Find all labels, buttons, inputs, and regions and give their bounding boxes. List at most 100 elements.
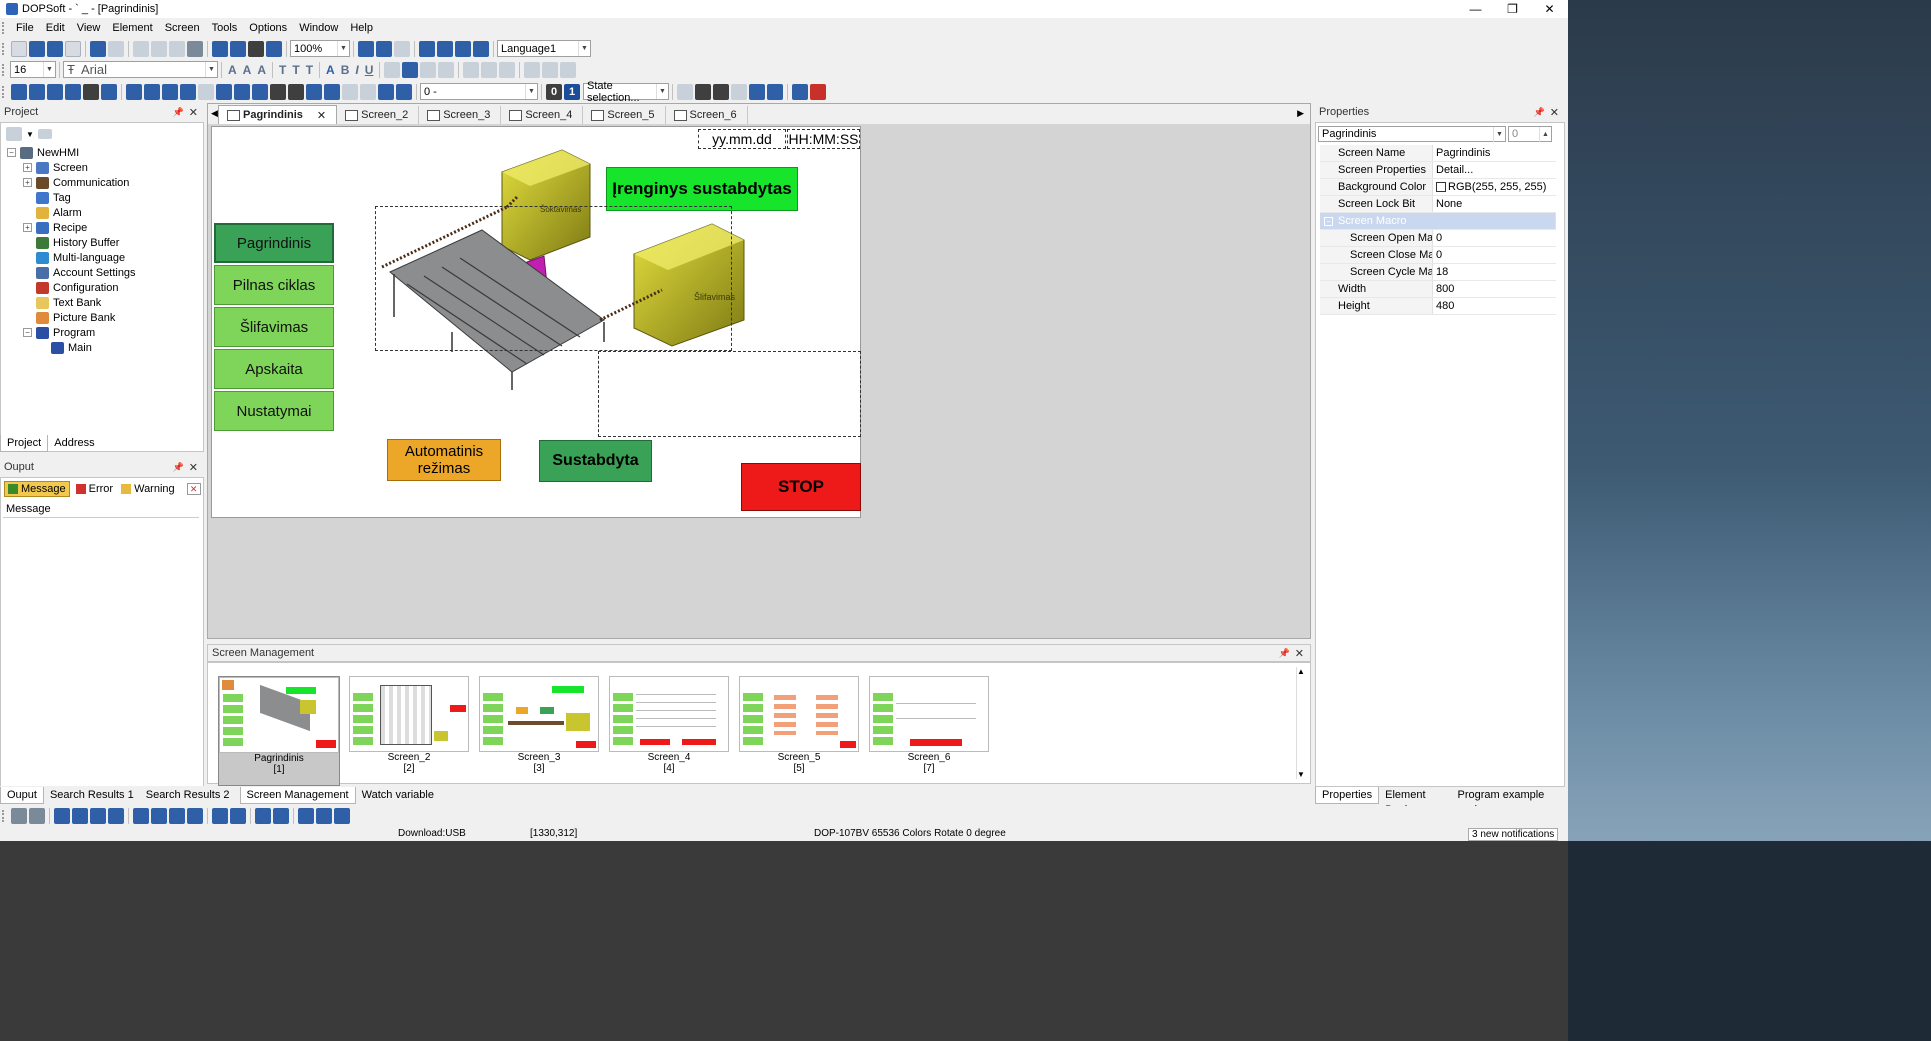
keypad-icon[interactable] [342,84,358,100]
tree-node-alarm[interactable]: Alarm [36,205,82,220]
compile-icon[interactable] [212,41,228,57]
space-vertical-icon[interactable] [273,808,289,824]
tab-search-results-1[interactable]: Search Results 1 [44,787,140,804]
prop-row-screen-name[interactable]: Screen NamePagrindinis [1320,145,1556,162]
tree-node-main[interactable]: Main [51,340,92,355]
redo-icon[interactable] [108,41,124,57]
clear-icon[interactable]: ✕ [187,483,201,495]
menu-view[interactable]: View [71,22,107,34]
screen-thumb-2[interactable]: Screen_2 [2] [348,676,470,786]
tab-element-bank[interactable]: Element Bank [1379,787,1451,804]
simulate-icon[interactable] [792,84,808,100]
tab-pagrindinis[interactable]: Pagrindinis✕ [218,105,337,124]
pen-tool-icon[interactable] [11,84,27,100]
tab-screen-management[interactable]: Screen Management [240,787,356,804]
tab-screen-2[interactable]: Screen_2 [337,106,419,124]
screen-thumb-3[interactable]: Screen_3 [3] [478,676,600,786]
underline-icon[interactable]: U [365,63,374,77]
notifications-badge[interactable]: 3 new notifications [1468,828,1558,841]
tree-node-multi-language[interactable]: Multi-language [36,250,125,265]
copy-icon[interactable] [151,41,167,57]
dial-icon[interactable] [216,84,232,100]
graph-icon[interactable] [306,84,322,100]
line-style-icon[interactable] [384,62,400,78]
refresh-icon[interactable] [455,41,471,57]
tree-node-program[interactable]: −Program [23,325,95,340]
nav-button-slifavimas[interactable]: Šlifavimas [214,307,334,347]
tree-node-account-settings[interactable]: Account Settings [36,265,136,280]
zoom-fit-icon[interactable] [394,41,410,57]
project-tool-icon[interactable] [6,127,22,141]
tree-node-newhmi[interactable]: −NewHMI [7,145,79,160]
thumbs-scrollbar[interactable]: ▲ ▼ [1296,667,1308,779]
bar-icon[interactable] [180,84,196,100]
tab-screen-5[interactable]: Screen_5 [583,106,665,124]
save-icon[interactable] [47,41,63,57]
table-tool-icon[interactable] [101,84,117,100]
close-button[interactable]: ✕ [1531,0,1568,18]
save-as-icon[interactable] [65,41,81,57]
text-fit-icon[interactable]: A [243,63,252,77]
height-icon[interactable] [316,808,332,824]
pin-icon[interactable]: 📌 [173,462,184,473]
stop-button[interactable]: STOP [741,463,861,511]
menu-file[interactable]: File [10,22,40,34]
state-selection-select[interactable]: State selection...▼ [583,83,669,100]
state-next-icon[interactable] [713,84,729,100]
stopped-status-button[interactable]: Sustabdyta [539,440,652,482]
tab-search-results-2[interactable]: Search Results 2 [140,787,236,804]
same-height-icon[interactable] [187,808,203,824]
align-left-edges-icon[interactable] [54,808,70,824]
rotate-icon[interactable] [419,41,435,57]
print-icon[interactable] [248,41,264,57]
text-bottom-icon[interactable]: T [306,63,313,77]
paste-icon[interactable] [169,41,185,57]
nav-button-pagrindinis[interactable]: Pagrindinis [214,223,334,263]
prop-row-screen-properties[interactable]: Screen PropertiesDetail... [1320,162,1556,179]
trend-icon[interactable] [270,84,286,100]
prop-row-width[interactable]: Width800 [1320,281,1556,298]
reload-icon[interactable] [473,41,489,57]
space-horizontal-icon[interactable] [255,808,271,824]
switch-icon[interactable] [144,84,160,100]
tree-node-history-buffer[interactable]: History Buffer [36,235,119,250]
tab-scroll-left-icon[interactable]: ◀ [211,108,218,119]
download-icon[interactable] [230,41,246,57]
text-size-up-icon[interactable]: A [257,63,266,77]
ungroup-icon[interactable] [481,62,497,78]
tab-screen-3[interactable]: Screen_3 [419,106,501,124]
menu-help[interactable]: Help [344,22,379,34]
move-icon[interactable] [396,84,412,100]
align-right-edges-icon[interactable] [90,808,106,824]
font-name-select[interactable]: ŦArial▼ [63,61,218,78]
bold-icon[interactable]: B [341,63,350,77]
tab-scroll-right-icon[interactable]: ▶ [1297,108,1304,119]
text-top-icon[interactable]: T [279,63,286,77]
undo-icon[interactable] [90,41,106,57]
close-icon[interactable]: ✕ [1550,106,1559,119]
text-middle-icon[interactable]: T [292,63,299,77]
tree-node-text-bank[interactable]: Text Bank [36,295,101,310]
menu-edit[interactable]: Edit [40,22,71,34]
close-icon[interactable]: ✕ [189,106,198,119]
state-zero-button[interactable]: 0 [546,84,562,100]
tree-node-tag[interactable]: Tag [36,190,71,205]
state-one-button[interactable]: 1 [564,84,580,100]
zoom-in-icon[interactable] [358,41,374,57]
state-grid-icon[interactable] [731,84,747,100]
lamp-icon[interactable] [162,84,178,100]
numeric-input-icon[interactable] [252,84,268,100]
font-color-icon[interactable]: A [326,63,335,77]
button-on-icon[interactable] [126,84,142,100]
rectangle-tool-icon[interactable] [29,84,45,100]
state-preview-icon[interactable] [767,84,783,100]
filter-warning[interactable]: Warning [119,482,177,496]
align-center-icon[interactable] [420,62,436,78]
align-bottom-edges-icon[interactable] [133,808,149,824]
width-icon[interactable] [298,808,314,824]
prop-row-screen-lock-bit[interactable]: Screen Lock BitNone [1320,196,1556,213]
upload-icon[interactable] [266,41,282,57]
pin-icon[interactable]: 📌 [1534,107,1545,118]
align-middle-icon[interactable] [151,808,167,824]
close-icon[interactable]: ✕ [189,461,198,474]
